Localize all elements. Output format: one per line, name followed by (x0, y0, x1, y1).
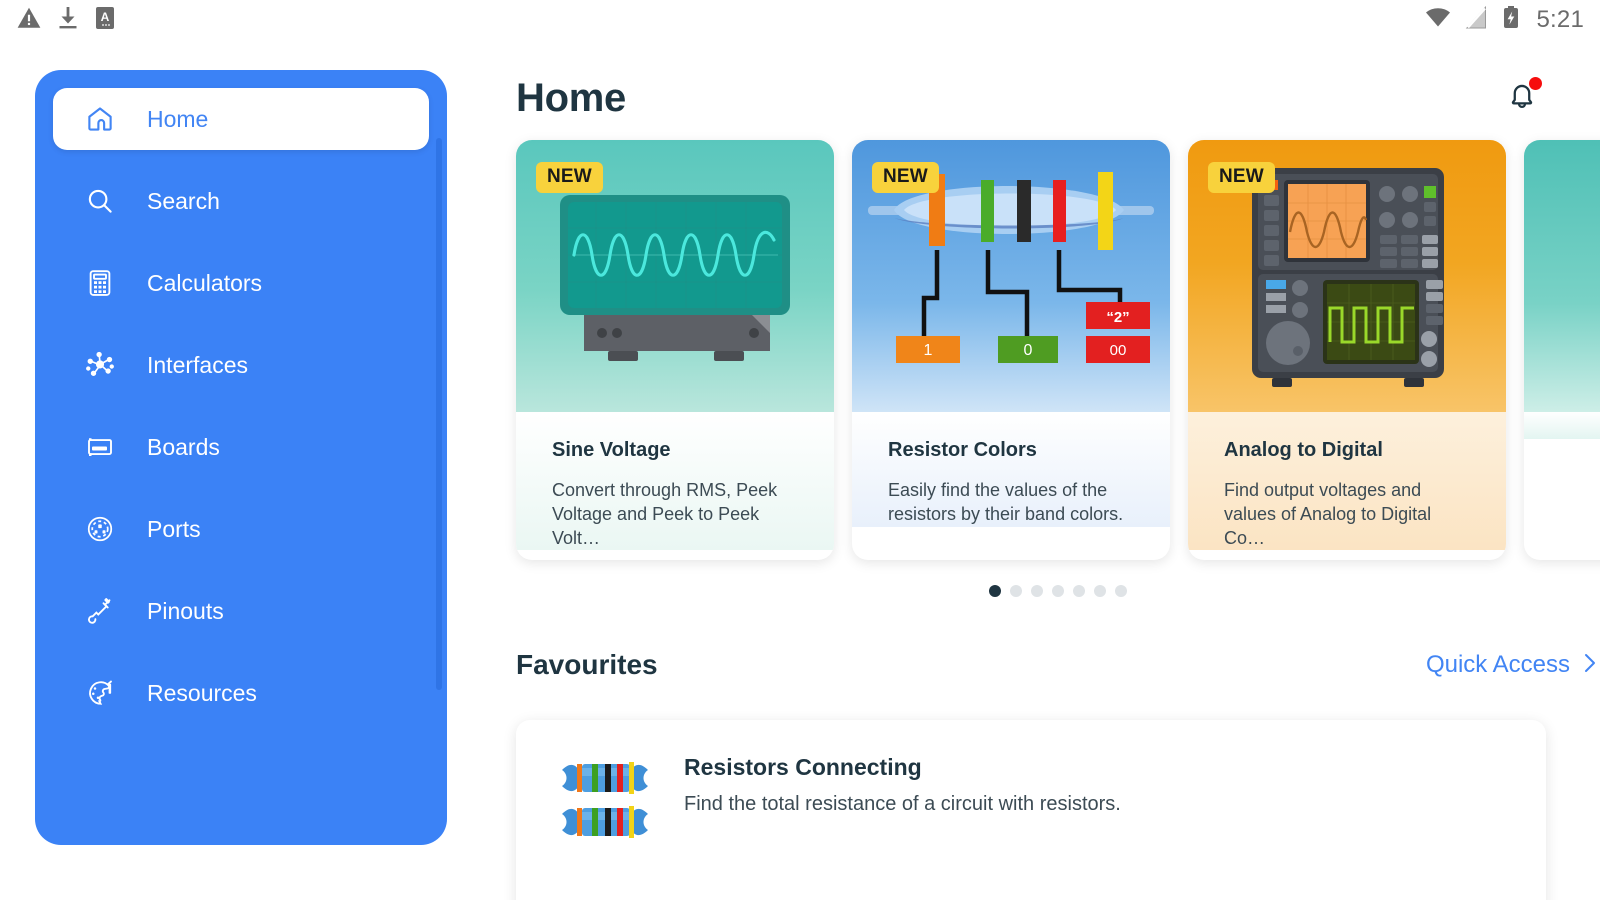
sidebar-item-label: Calculators (147, 269, 263, 296)
cellular-signal-off-icon (1464, 5, 1490, 35)
promo-carousel[interactable]: NEW Sine Voltage Convert through RMS, Pe… (516, 140, 1600, 565)
promo-card-image: NEW (516, 140, 834, 412)
list-item[interactable]: Resistors Connecting Find the total resi… (516, 720, 1546, 861)
favourites-header: Favourites Quick Access (516, 640, 1600, 690)
list-item-text: Resistors Connecting Find the total resi… (684, 752, 1121, 816)
promo-card-image (1524, 140, 1600, 412)
svg-text:A: A (101, 10, 110, 24)
sidebar-item-boards[interactable]: Boards (53, 416, 429, 478)
sidebar-scrollbar[interactable] (436, 138, 442, 690)
new-badge: NEW (872, 162, 939, 193)
pagination-dot[interactable] (1073, 585, 1085, 597)
warning-triangle-icon (16, 5, 42, 36)
sidebar-item-label: Resources (147, 679, 257, 706)
main-content: Home NEW Sine Voltage Convert through RM… (447, 40, 1600, 900)
two-resistors-icon (556, 752, 654, 861)
status-bar-clock: 5:21 (1536, 6, 1584, 33)
promo-card-body: Resistor Colors Easily find the values o… (852, 412, 1170, 527)
home-icon (83, 102, 117, 136)
band-label-4: 00 (1110, 342, 1127, 359)
pagination-dot[interactable] (1010, 585, 1022, 597)
promo-card-title: Analog to Digital (1224, 439, 1383, 461)
pagination-dot[interactable] (1115, 585, 1127, 597)
pagination-dot[interactable] (989, 585, 1001, 597)
promo-card-body: Sine Voltage Convert through RMS, Peek V… (516, 412, 834, 551)
battery-charging-icon (1502, 5, 1520, 36)
band-label-2: 0 (1024, 342, 1033, 359)
promo-card-title: Resistor Colors (888, 439, 1037, 461)
quick-access-label: Quick Access (1425, 651, 1570, 678)
sidebar-item-label: Search (147, 187, 220, 214)
sidebar: Home Search Calculators Interfaces Board… (35, 70, 447, 845)
sidebar-item-label: Pinouts (147, 597, 224, 624)
wifi-icon (1424, 6, 1452, 35)
network-nodes-icon (83, 348, 117, 382)
promo-card-image: NEW 1 0 “2” 00 (852, 140, 1170, 412)
promo-card-title: Sine Voltage (552, 439, 671, 461)
app-a-icon: A (94, 5, 116, 36)
band-label-3: “2” (1106, 309, 1129, 326)
pin-connector-icon (83, 594, 117, 628)
sidebar-item-ports[interactable]: Ports (53, 498, 429, 560)
promo-card-resistor-colors[interactable]: NEW 1 0 “2” 00 Resistor Colors Easily fi… (852, 140, 1170, 560)
sidebar-item-label: Boards (147, 433, 220, 460)
sidebar-scroll-area[interactable]: Home Search Calculators Interfaces Board… (35, 70, 447, 845)
page-header: Home (516, 58, 1570, 138)
carousel-pagination[interactable] (516, 585, 1600, 597)
promo-card-sine-voltage[interactable]: NEW Sine Voltage Convert through RMS, Pe… (516, 140, 834, 560)
search-icon (83, 184, 117, 218)
list-item-title: Resistors Connecting (684, 754, 922, 780)
palette-icon (83, 676, 117, 710)
sidebar-item-label: Interfaces (147, 351, 248, 378)
sidebar-item-pinouts[interactable]: Pinouts (53, 580, 429, 642)
list-item-description: Find the total resistance of a circuit w… (684, 793, 1121, 815)
sidebar-item-home[interactable]: Home (53, 88, 429, 150)
band-label-1: 1 (924, 342, 933, 359)
promo-card-description: Find output voltages and values of Analo… (1224, 480, 1432, 548)
pagination-dot[interactable] (1031, 585, 1043, 597)
favourites-card: Resistors Connecting Find the total resi… (516, 720, 1546, 900)
promo-card-body: Analog to Digital Find output voltages a… (1188, 412, 1506, 551)
board-icon (83, 430, 117, 464)
chevron-right-icon (1580, 650, 1600, 681)
new-badge: NEW (1208, 162, 1275, 193)
pagination-dot[interactable] (1052, 585, 1064, 597)
promo-card-analog-to-digital[interactable]: NEW Analog to Digital Find output voltag… (1188, 140, 1506, 560)
promo-card-description: Convert through RMS, Peek Voltage and Pe… (552, 480, 778, 548)
sidebar-item-interfaces[interactable]: Interfaces (53, 334, 429, 396)
status-bar: A 5:21 (0, 0, 1600, 40)
sidebar-nav-list: Home Search Calculators Interfaces Board… (35, 88, 447, 724)
notifications-button[interactable] (1498, 74, 1546, 122)
promo-card-body (1524, 412, 1600, 439)
status-bar-right-icons: 5:21 (1424, 5, 1584, 36)
promo-card-description: Easily find the values of the resistors … (888, 480, 1124, 524)
page-title: Home (516, 75, 626, 120)
new-badge: NEW (536, 162, 603, 193)
sidebar-item-label: Home (147, 105, 209, 132)
promo-card-next-partial[interactable] (1524, 140, 1600, 560)
sidebar-item-label: Ports (147, 515, 201, 542)
promo-card-image: NEW (1188, 140, 1506, 412)
port-connector-icon (83, 512, 117, 546)
notification-badge-dot (1529, 77, 1542, 90)
pagination-dot[interactable] (1094, 585, 1106, 597)
status-bar-left-icons: A (16, 5, 116, 36)
sidebar-item-search[interactable]: Search (53, 170, 429, 232)
sidebar-item-calculators[interactable]: Calculators (53, 252, 429, 314)
sidebar-item-resources[interactable]: Resources (53, 662, 429, 724)
quick-access-link[interactable]: Quick Access (1426, 650, 1600, 681)
calculator-icon (83, 266, 117, 300)
favourites-title: Favourites (516, 649, 658, 680)
download-icon (56, 5, 80, 36)
